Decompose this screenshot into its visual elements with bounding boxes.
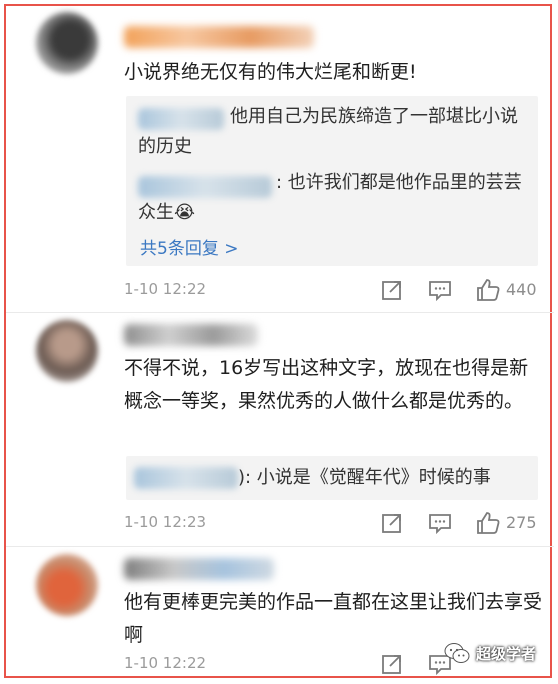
more-replies-link[interactable]: 共5条回复 > (140, 234, 238, 259)
like-count: 440 (506, 280, 537, 299)
avatar[interactable] (36, 320, 98, 382)
timestamp: 1-10 12:22 (124, 654, 207, 672)
repost-icon[interactable] (378, 650, 406, 678)
comment-text: 小说界绝无仅有的伟大烂尾和断更! (124, 61, 417, 83)
timestamp: 1-10 12:22 (124, 280, 207, 298)
comment-text: 不得不说，16岁写出这种文字，放现在也得是新概念一等奖，果然优秀的人做什么都是优… (124, 357, 529, 412)
watermark: 超级学者 (444, 642, 536, 664)
reply-text: 他用自己为民族缔造了一部堪比小说的历史 (138, 106, 518, 157)
like-count: 275 (506, 513, 537, 532)
reply-text: : 也许我们都是他作品里的芸芸众生😭 (138, 172, 522, 223)
comment-meta: 1-10 12:23 275 (6, 509, 554, 539)
comment-icon[interactable] (426, 509, 454, 537)
thumbs-up-icon[interactable] (474, 509, 502, 537)
reply-box: 他用自己为民族缔造了一部堪比小说的历史 : 也许我们都是他作品里的芸芸众生😭 共… (126, 96, 538, 266)
repost-icon[interactable] (378, 276, 406, 304)
avatar[interactable] (36, 554, 98, 616)
avatar[interactable] (36, 12, 98, 74)
reply-text: ): 小说是《觉醒年代》时候的事 (238, 467, 491, 488)
repost-icon[interactable] (378, 509, 406, 537)
comment-list: 小说界绝无仅有的伟大烂尾和断更! 他用自己为民族缔造了一部堪比小说的历史 : 也… (4, 4, 554, 678)
divider (6, 546, 554, 547)
username[interactable] (124, 26, 314, 48)
wechat-icon (444, 643, 470, 663)
watermark-text: 超级学者 (475, 644, 536, 663)
divider (6, 312, 554, 313)
username[interactable] (124, 324, 258, 346)
thumbs-up-icon[interactable] (474, 276, 502, 304)
reply-box: ): 小说是《觉醒年代》时候的事 (126, 456, 538, 500)
comment-icon[interactable] (426, 276, 454, 304)
comment-meta: 1-10 12:22 440 (6, 276, 554, 306)
username[interactable] (124, 558, 274, 580)
timestamp: 1-10 12:23 (124, 513, 207, 531)
